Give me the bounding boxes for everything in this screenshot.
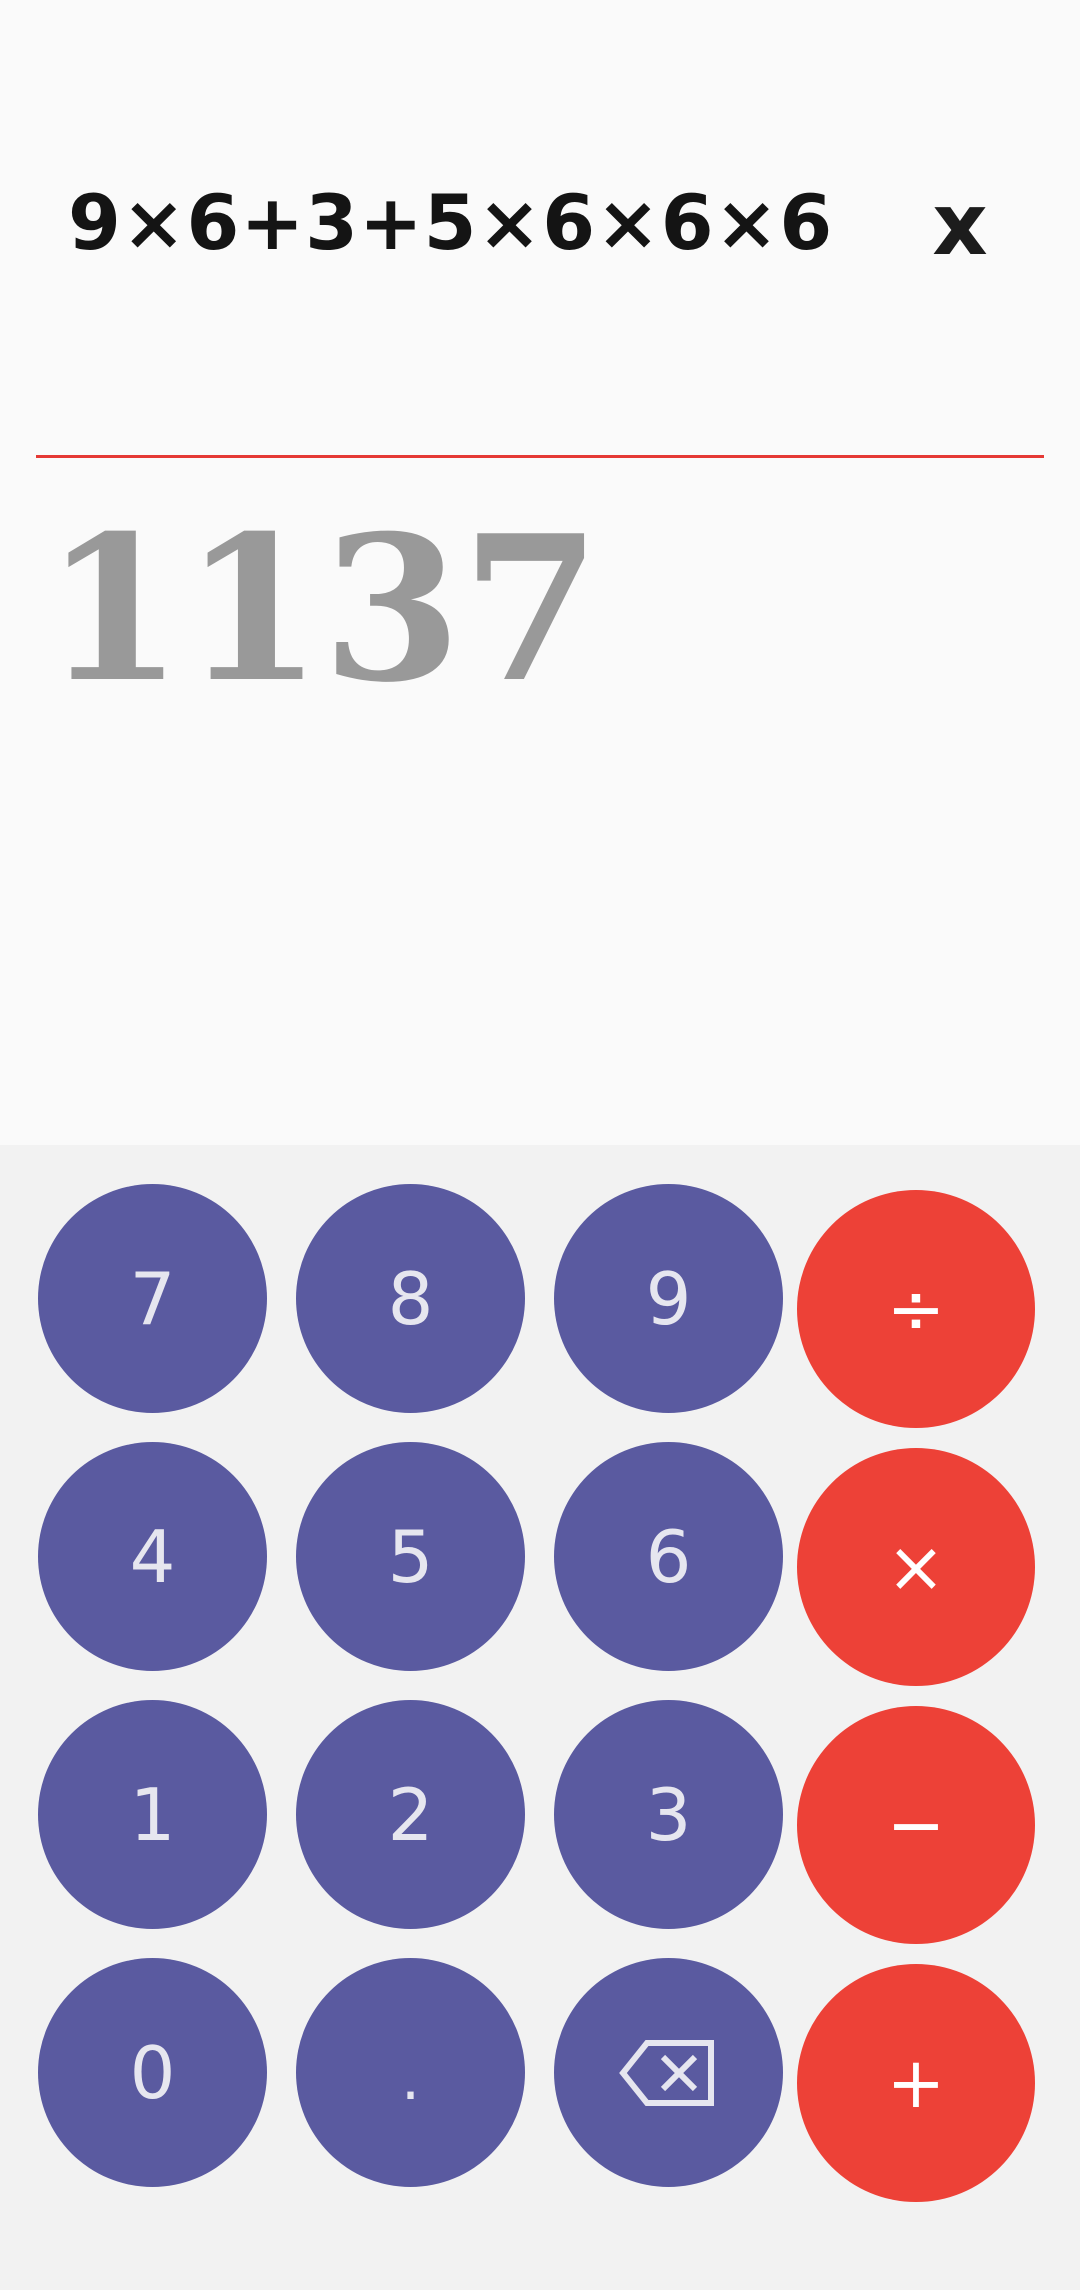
key-1-label: 1 <box>129 1772 176 1857</box>
clear-button[interactable]: x <box>920 175 1000 275</box>
divider <box>36 455 1044 458</box>
key-7[interactable]: 7 <box>38 1184 267 1413</box>
key-2-label: 2 <box>387 1772 434 1857</box>
keypad: 7 8 9 ÷ 4 5 6 × 1 2 3 − 0 . + <box>0 1145 1080 2290</box>
key-5-label: 5 <box>387 1514 434 1599</box>
key-8[interactable]: 8 <box>296 1184 525 1413</box>
display-panel: 9×6+3+5×6×6×6 x 1137 <box>0 0 1080 1145</box>
key-9-label: 9 <box>645 1256 692 1341</box>
key-7-label: 7 <box>129 1256 176 1341</box>
add-label: + <box>886 2042 946 2124</box>
backspace-icon <box>618 2039 714 2106</box>
key-6-label: 6 <box>645 1514 692 1599</box>
decimal-label: . <box>400 2043 421 2114</box>
backspace-button[interactable] <box>554 1958 783 2187</box>
add-button[interactable]: + <box>797 1964 1035 2202</box>
subtract-label: − <box>886 1784 946 1866</box>
key-6[interactable]: 6 <box>554 1442 783 1671</box>
divide-button[interactable]: ÷ <box>797 1190 1035 1428</box>
expression-text: 9×6+3+5×6×6×6 <box>68 178 834 267</box>
key-0-label: 0 <box>129 2030 176 2115</box>
key-5[interactable]: 5 <box>296 1442 525 1671</box>
key-3-label: 3 <box>645 1772 692 1857</box>
key-4[interactable]: 4 <box>38 1442 267 1671</box>
key-1[interactable]: 1 <box>38 1700 267 1929</box>
key-4-label: 4 <box>129 1514 176 1599</box>
subtract-button[interactable]: − <box>797 1706 1035 1944</box>
key-2[interactable]: 2 <box>296 1700 525 1929</box>
multiply-label: × <box>886 1526 946 1608</box>
key-9[interactable]: 9 <box>554 1184 783 1413</box>
multiply-button[interactable]: × <box>797 1448 1035 1686</box>
key-8-label: 8 <box>387 1256 434 1341</box>
result-text: 1137 <box>44 492 601 727</box>
decimal-button[interactable]: . <box>296 1958 525 2187</box>
key-0[interactable]: 0 <box>38 1958 267 2187</box>
key-3[interactable]: 3 <box>554 1700 783 1929</box>
divide-label: ÷ <box>886 1268 946 1350</box>
